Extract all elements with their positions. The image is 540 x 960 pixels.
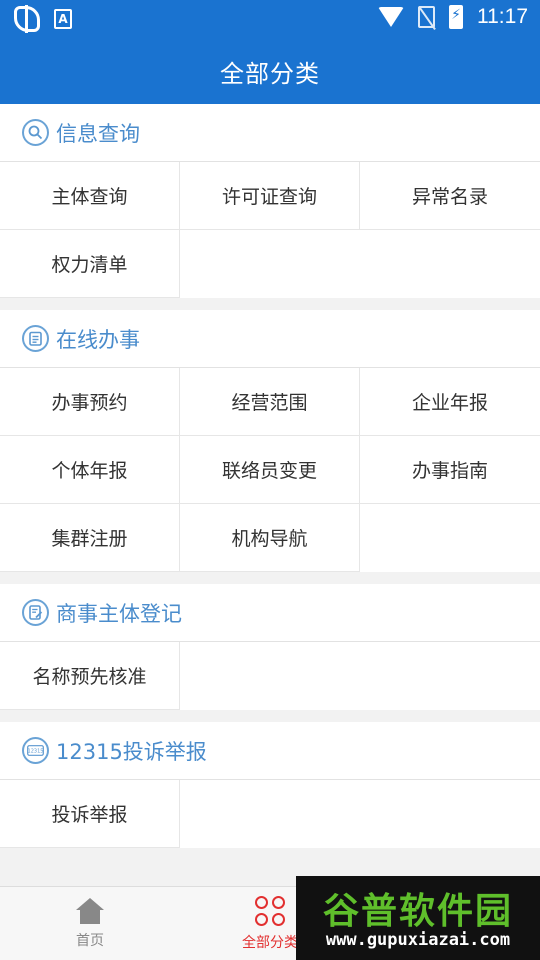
menu-item-liaison-change[interactable]: 联络员变更 xyxy=(180,436,360,504)
tab-label: 全部分类 xyxy=(242,934,298,951)
section-header: 12315 12315投诉举报 xyxy=(0,722,540,780)
section-header: 商事主体登记 xyxy=(0,584,540,642)
menu-item-cluster-registration[interactable]: 集群注册 xyxy=(0,504,180,572)
category-list: 信息查询 主体查询 许可证查询 异常名录 权力清单 在线办事 办事预约 经营范围… xyxy=(0,104,540,886)
menu-item-enterprise-annual-report[interactable]: 企业年报 xyxy=(360,368,540,436)
menu-item-service-guide[interactable]: 办事指南 xyxy=(360,436,540,504)
menu-item-individual-annual-report[interactable]: 个体年报 xyxy=(0,436,180,504)
section-header: 在线办事 xyxy=(0,310,540,368)
tab-label: 首页 xyxy=(76,932,104,949)
menu-item-name-preapproval[interactable]: 名称预先核准 xyxy=(0,642,180,710)
section-header: 信息查询 xyxy=(0,104,540,162)
menu-item-business-scope[interactable]: 经营范围 xyxy=(180,368,360,436)
battery-charging-icon xyxy=(449,5,463,29)
app-header: 全部分类 xyxy=(0,38,540,104)
section-title: 在线办事 xyxy=(56,327,140,352)
wifi-icon xyxy=(378,7,404,27)
watermark-overlay: 谷普软件园 www.gupuxiazai.com xyxy=(296,876,540,960)
empty-cell xyxy=(360,230,540,298)
menu-item-entity-query[interactable]: 主体查询 xyxy=(0,162,180,230)
empty-cell xyxy=(360,642,540,710)
12315-badge-icon: 12315 xyxy=(22,737,49,764)
watermark-url: www.gupuxiazai.com xyxy=(325,930,511,950)
status-bar: A 11:17 xyxy=(0,0,540,38)
empty-cell xyxy=(360,504,540,572)
section-title: 商事主体登记 xyxy=(56,601,182,626)
clipboard-icon xyxy=(22,325,49,352)
home-icon xyxy=(76,897,104,924)
tab-home[interactable]: 首页 xyxy=(0,887,180,960)
menu-item-appointment[interactable]: 办事预约 xyxy=(0,368,180,436)
watermark-title: 谷普软件园 xyxy=(322,891,513,932)
section-title: 信息查询 xyxy=(56,121,140,146)
menu-item-agency-navigation[interactable]: 机构导航 xyxy=(180,504,360,572)
empty-cell xyxy=(360,780,540,848)
empty-cell xyxy=(180,780,360,848)
menu-item-complaint-report[interactable]: 投诉举报 xyxy=(0,780,180,848)
page-title: 全部分类 xyxy=(220,59,320,88)
search-icon xyxy=(22,119,49,146)
empty-cell xyxy=(180,230,360,298)
menu-item-power-list[interactable]: 权力清单 xyxy=(0,230,180,298)
section-business-registration: 商事主体登记 名称预先核准 xyxy=(0,584,540,710)
12315-badge-text: 12315 xyxy=(28,749,44,755)
grid-icon xyxy=(255,895,285,926)
menu-item-license-query[interactable]: 许可证查询 xyxy=(180,162,360,230)
menu-item-abnormal-list[interactable]: 异常名录 xyxy=(360,162,540,230)
no-sim-icon xyxy=(418,6,435,28)
section-complaint-report: 12315 12315投诉举报 投诉举报 xyxy=(0,722,540,848)
a-badge-icon: A xyxy=(54,9,72,29)
empty-cell xyxy=(180,642,360,710)
section-online-services: 在线办事 办事预约 经营范围 企业年报 个体年报 联络员变更 办事指南 集群注册… xyxy=(0,310,540,572)
section-title: 12315投诉举报 xyxy=(56,739,207,764)
section-info-query: 信息查询 主体查询 许可证查询 异常名录 权力清单 xyxy=(0,104,540,298)
edit-document-icon xyxy=(22,599,49,626)
app-notification-icon xyxy=(14,5,40,33)
status-time: 11:17 xyxy=(477,5,528,28)
